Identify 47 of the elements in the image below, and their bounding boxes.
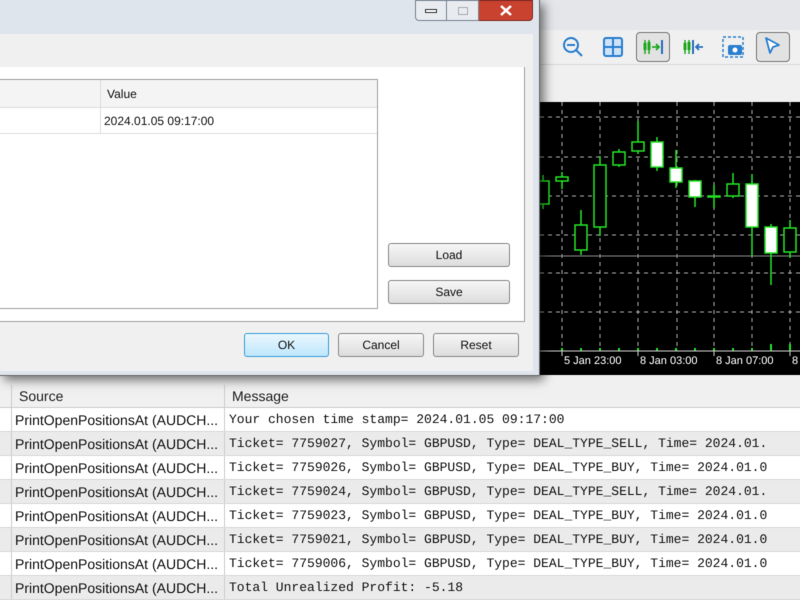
grid-icon (601, 34, 625, 59)
dialog-button[interactable]: OK (244, 333, 329, 357)
column-header[interactable]: Message (225, 385, 800, 407)
table-cell-text: Ticket= 7759021, Symbol= GBPUSD, Type= DEAL_TYPE_BUY, Time= 2024.01.0 (228, 531, 768, 549)
candlestick (726, 173, 740, 198)
candlestick (707, 185, 721, 208)
table-cell: PrintOpenPositionsAt (AUDCH... (12, 480, 225, 503)
table-cell: PrintOpenPositionsAt (AUDCH... (12, 504, 225, 527)
candlestick (574, 210, 588, 256)
dialog-button[interactable]: Save (388, 280, 510, 304)
axis-label: 8 Jan 07:00 (716, 355, 774, 368)
dialog-button[interactable]: Load (388, 243, 510, 267)
toolbar-button[interactable] (636, 32, 670, 62)
candlestick (631, 121, 645, 154)
dialog-button[interactable]: Cancel (338, 333, 424, 357)
table-cell: PrintOpenPositionsAt (AUDCH... (12, 576, 225, 599)
candlestick (669, 150, 683, 188)
axis-label: 8 (792, 355, 798, 368)
axis-label: 5 Jan 23:00 (564, 355, 622, 368)
minimize-button[interactable] (415, 0, 447, 21)
axis-label: 8 Jan 03:00 (640, 355, 698, 368)
table-cell: PrintOpenPositionsAt (AUDCH... (12, 456, 225, 479)
camera-icon (721, 34, 745, 59)
table-cell: PrintOpenPositionsAt (AUDCH... (12, 552, 225, 575)
table-cell-text: Total Unrealized Profit: -5.18 (228, 579, 464, 597)
candlestick (612, 149, 626, 168)
candlestick (688, 180, 702, 208)
table-cell-text: Your chosen time stamp= 2024.01.05 09:17:00 (228, 411, 566, 429)
toolbar-button[interactable] (756, 32, 790, 62)
candlestick (783, 220, 797, 258)
table-cell-text: Ticket= 7759023, Symbol= GBPUSD, Type= DEAL_TYPE_BUY, Time= 2024.01.0 (228, 507, 768, 525)
close-button[interactable] (479, 0, 533, 21)
table-cell-text: Ticket= 7759024, Symbol= GBPUSD, Type= DEAL_TYPE_SELL, Time= 2024.01. (228, 483, 768, 501)
table-cell: PrintOpenPositionsAt (AUDCH... (12, 408, 225, 431)
close-icon (500, 5, 512, 16)
table-cell-text: Ticket= 7759027, Symbol= GBPUSD, Type= DEAL_TYPE_SELL, Time= 2024.01. (228, 435, 768, 453)
table-cell-text: Ticket= 7759006, Symbol= GBPUSD, Type= DEAL_TYPE_BUY, Time= 2024.01.0 (228, 555, 768, 573)
zoom-out-icon (561, 34, 585, 59)
table-cell-text: Ticket= 7759026, Symbol= GBPUSD, Type= DEAL_TYPE_BUY, Time= 2024.01.0 (228, 459, 768, 477)
table-cell: PrintOpenPositionsAt (AUDCH... (12, 432, 225, 455)
candlestick (555, 172, 569, 190)
dialog-button[interactable]: Reset (433, 333, 519, 357)
column-header[interactable]: Source (12, 385, 225, 407)
candlestick (764, 224, 778, 286)
candlestick (650, 137, 664, 172)
table-cell: PrintOpenPositionsAt (AUDCH... (12, 528, 225, 551)
table-cell[interactable]: 2024.01.05 09:17:00 (101, 108, 377, 133)
